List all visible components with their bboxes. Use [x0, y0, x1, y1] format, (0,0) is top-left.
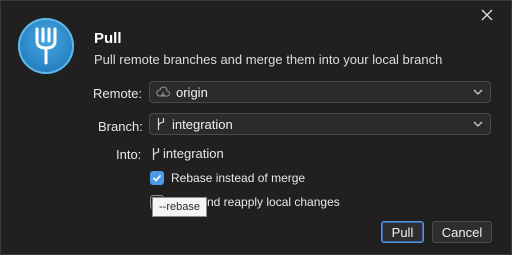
fork-logo — [18, 18, 74, 74]
branch-value: integration — [172, 116, 233, 132]
branch-icon — [157, 118, 165, 130]
dialog-title: Pull — [94, 30, 122, 47]
into-target: integration — [151, 146, 224, 161]
rebase-label: Rebase instead of merge — [171, 171, 306, 185]
remote-dropdown[interactable]: origin — [149, 81, 491, 103]
remote-label: Remote: — [93, 86, 143, 101]
chevron-down-icon — [473, 89, 483, 95]
rebase-checkbox[interactable] — [150, 171, 164, 185]
cloud-icon — [156, 86, 170, 97]
cancel-button[interactable]: Cancel — [432, 221, 492, 243]
chevron-down-icon — [473, 121, 483, 127]
close-button[interactable] — [475, 5, 499, 25]
fork-icon — [35, 27, 57, 65]
rebase-tooltip: --rebase — [152, 197, 207, 217]
remote-value: origin — [176, 84, 208, 100]
branch-icon — [152, 147, 160, 160]
branch-dropdown[interactable]: integration — [149, 113, 491, 135]
into-label: Into: — [116, 147, 142, 162]
branch-label: Branch: — [98, 119, 143, 134]
checkmark-icon — [152, 174, 162, 182]
pull-dialog: Pull Pull remote branches and merge them… — [0, 0, 512, 255]
stash-label: nd reapply local changes — [207, 195, 340, 209]
dialog-subtitle: Pull remote branches and merge them into… — [94, 52, 443, 67]
pull-button[interactable]: Pull — [381, 221, 424, 243]
close-icon — [481, 9, 493, 21]
into-value: integration — [163, 146, 224, 161]
